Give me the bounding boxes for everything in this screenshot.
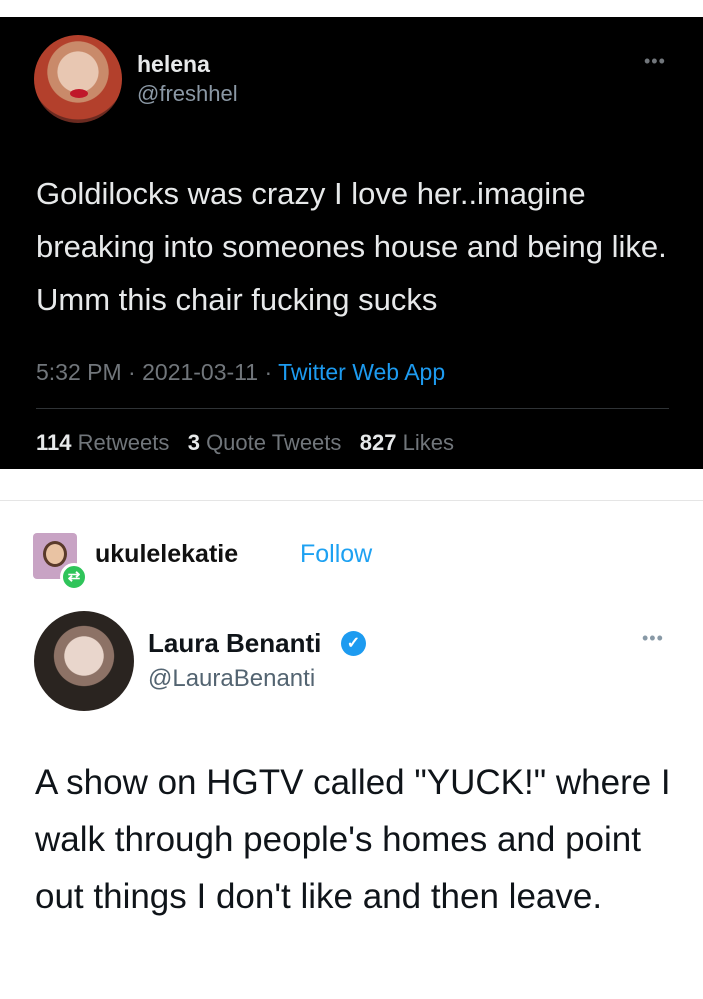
retweets-stat[interactable]: 114 Retweets <box>36 430 169 455</box>
avatar[interactable] <box>34 35 122 123</box>
display-name[interactable]: helena <box>137 51 210 78</box>
retweets-count: 114 <box>36 430 72 455</box>
tweet-text: A show on HGTV called "YUCK!" where I wa… <box>35 763 671 916</box>
likes-count: 827 <box>359 430 397 455</box>
display-name[interactable]: Laura Benanti <box>148 628 321 659</box>
avatar[interactable] <box>34 611 134 711</box>
user-handle[interactable]: @LauraBenanti <box>148 665 315 693</box>
verified-badge-icon: ✓ <box>341 631 366 656</box>
divider <box>0 500 703 501</box>
more-dots-icon[interactable]: ••• <box>644 51 666 72</box>
follow-button[interactable]: Follow <box>300 540 372 569</box>
retweets-label: Retweets <box>77 430 170 455</box>
tweet-time[interactable]: 5:32 PM <box>36 359 122 385</box>
meta-separator: · <box>264 359 279 385</box>
section-gap <box>0 469 703 501</box>
quotes-count: 3 <box>187 430 200 455</box>
meta-separator: · <box>128 359 143 385</box>
quotes-label: Quote Tweets <box>206 430 342 455</box>
tweet-stats: 114 Retweets 3 Quote Tweets 827 Likes <box>36 430 454 456</box>
top-margin <box>0 0 703 17</box>
likes-stat[interactable]: 827 Likes <box>360 430 454 455</box>
tweet-card-dark: helena @freshhel ••• Goldilocks was craz… <box>0 17 703 469</box>
user-handle[interactable]: @freshhel <box>137 81 238 107</box>
likes-label: Likes <box>402 430 454 455</box>
tweet-meta: 5:32 PM · 2021-03-11 · Twitter Web App <box>36 359 445 386</box>
avatar-detail <box>43 541 67 567</box>
more-dots-icon[interactable]: ••• <box>642 628 664 649</box>
avatar-detail <box>70 89 88 98</box>
tweet-date[interactable]: 2021-03-11 <box>142 359 258 385</box>
tweet-text: Goldilocks was crazy I love her..imagine… <box>36 176 667 317</box>
divider <box>36 408 669 409</box>
quote-tweets-stat[interactable]: 3 Quote Tweets <box>188 430 342 455</box>
reblog-icon: ⇄ <box>60 563 88 591</box>
tweet-source-link[interactable]: Twitter Web App <box>278 359 445 385</box>
reblog-username[interactable]: ukulelekatie <box>95 540 238 569</box>
